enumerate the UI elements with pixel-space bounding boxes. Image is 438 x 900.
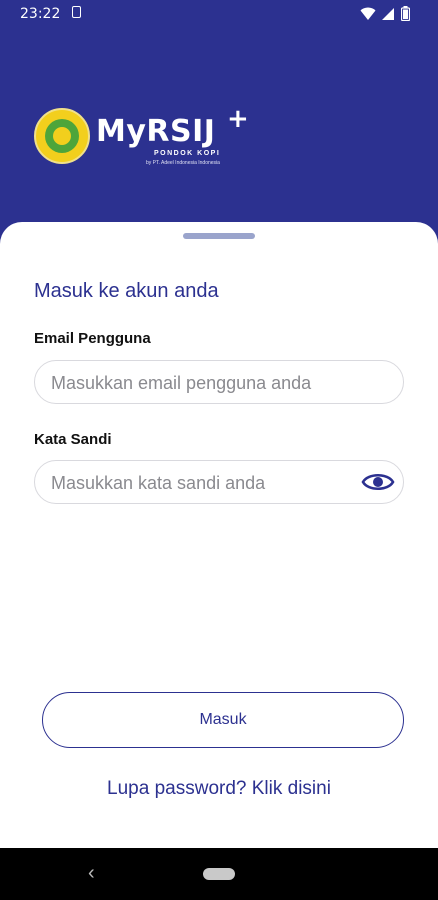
signal-icon (382, 7, 394, 20)
status-bar: 23:22 (0, 0, 438, 28)
logo-tagline: by PT. Adeel Indonesia Indonesia (146, 160, 220, 166)
email-field[interactable] (34, 360, 404, 405)
back-icon[interactable]: ‹ (88, 862, 95, 885)
home-icon[interactable] (203, 868, 235, 880)
password-label: Kata Sandi (34, 431, 112, 448)
status-icons (360, 6, 410, 21)
sim-icon (72, 6, 81, 18)
login-sheet: Masuk ke akun anda Email Pengguna Kata S… (0, 222, 438, 848)
password-input[interactable] (49, 461, 353, 505)
app-logo: MyRSIJ + PONDOK KOPI by PT. Adeel Indone… (34, 104, 254, 170)
logo-plus-icon: + (227, 104, 249, 134)
logo-subtitle: PONDOK KOPI (154, 150, 221, 157)
email-label: Email Pengguna (34, 330, 151, 347)
logo-emblem (34, 108, 90, 164)
forgot-password-link[interactable]: Lupa password? Klik disini (0, 778, 438, 800)
navigation-bar: ‹ (0, 848, 438, 900)
login-button[interactable]: Masuk (42, 692, 404, 748)
drag-handle[interactable] (183, 233, 255, 239)
password-field[interactable] (34, 460, 404, 505)
eye-icon[interactable] (361, 468, 395, 496)
wifi-icon (360, 7, 376, 20)
battery-icon (401, 6, 410, 21)
logo-text: MyRSIJ (96, 114, 216, 149)
login-title: Masuk ke akun anda (34, 280, 219, 302)
email-input[interactable] (49, 361, 353, 405)
status-time: 23:22 (20, 6, 61, 22)
